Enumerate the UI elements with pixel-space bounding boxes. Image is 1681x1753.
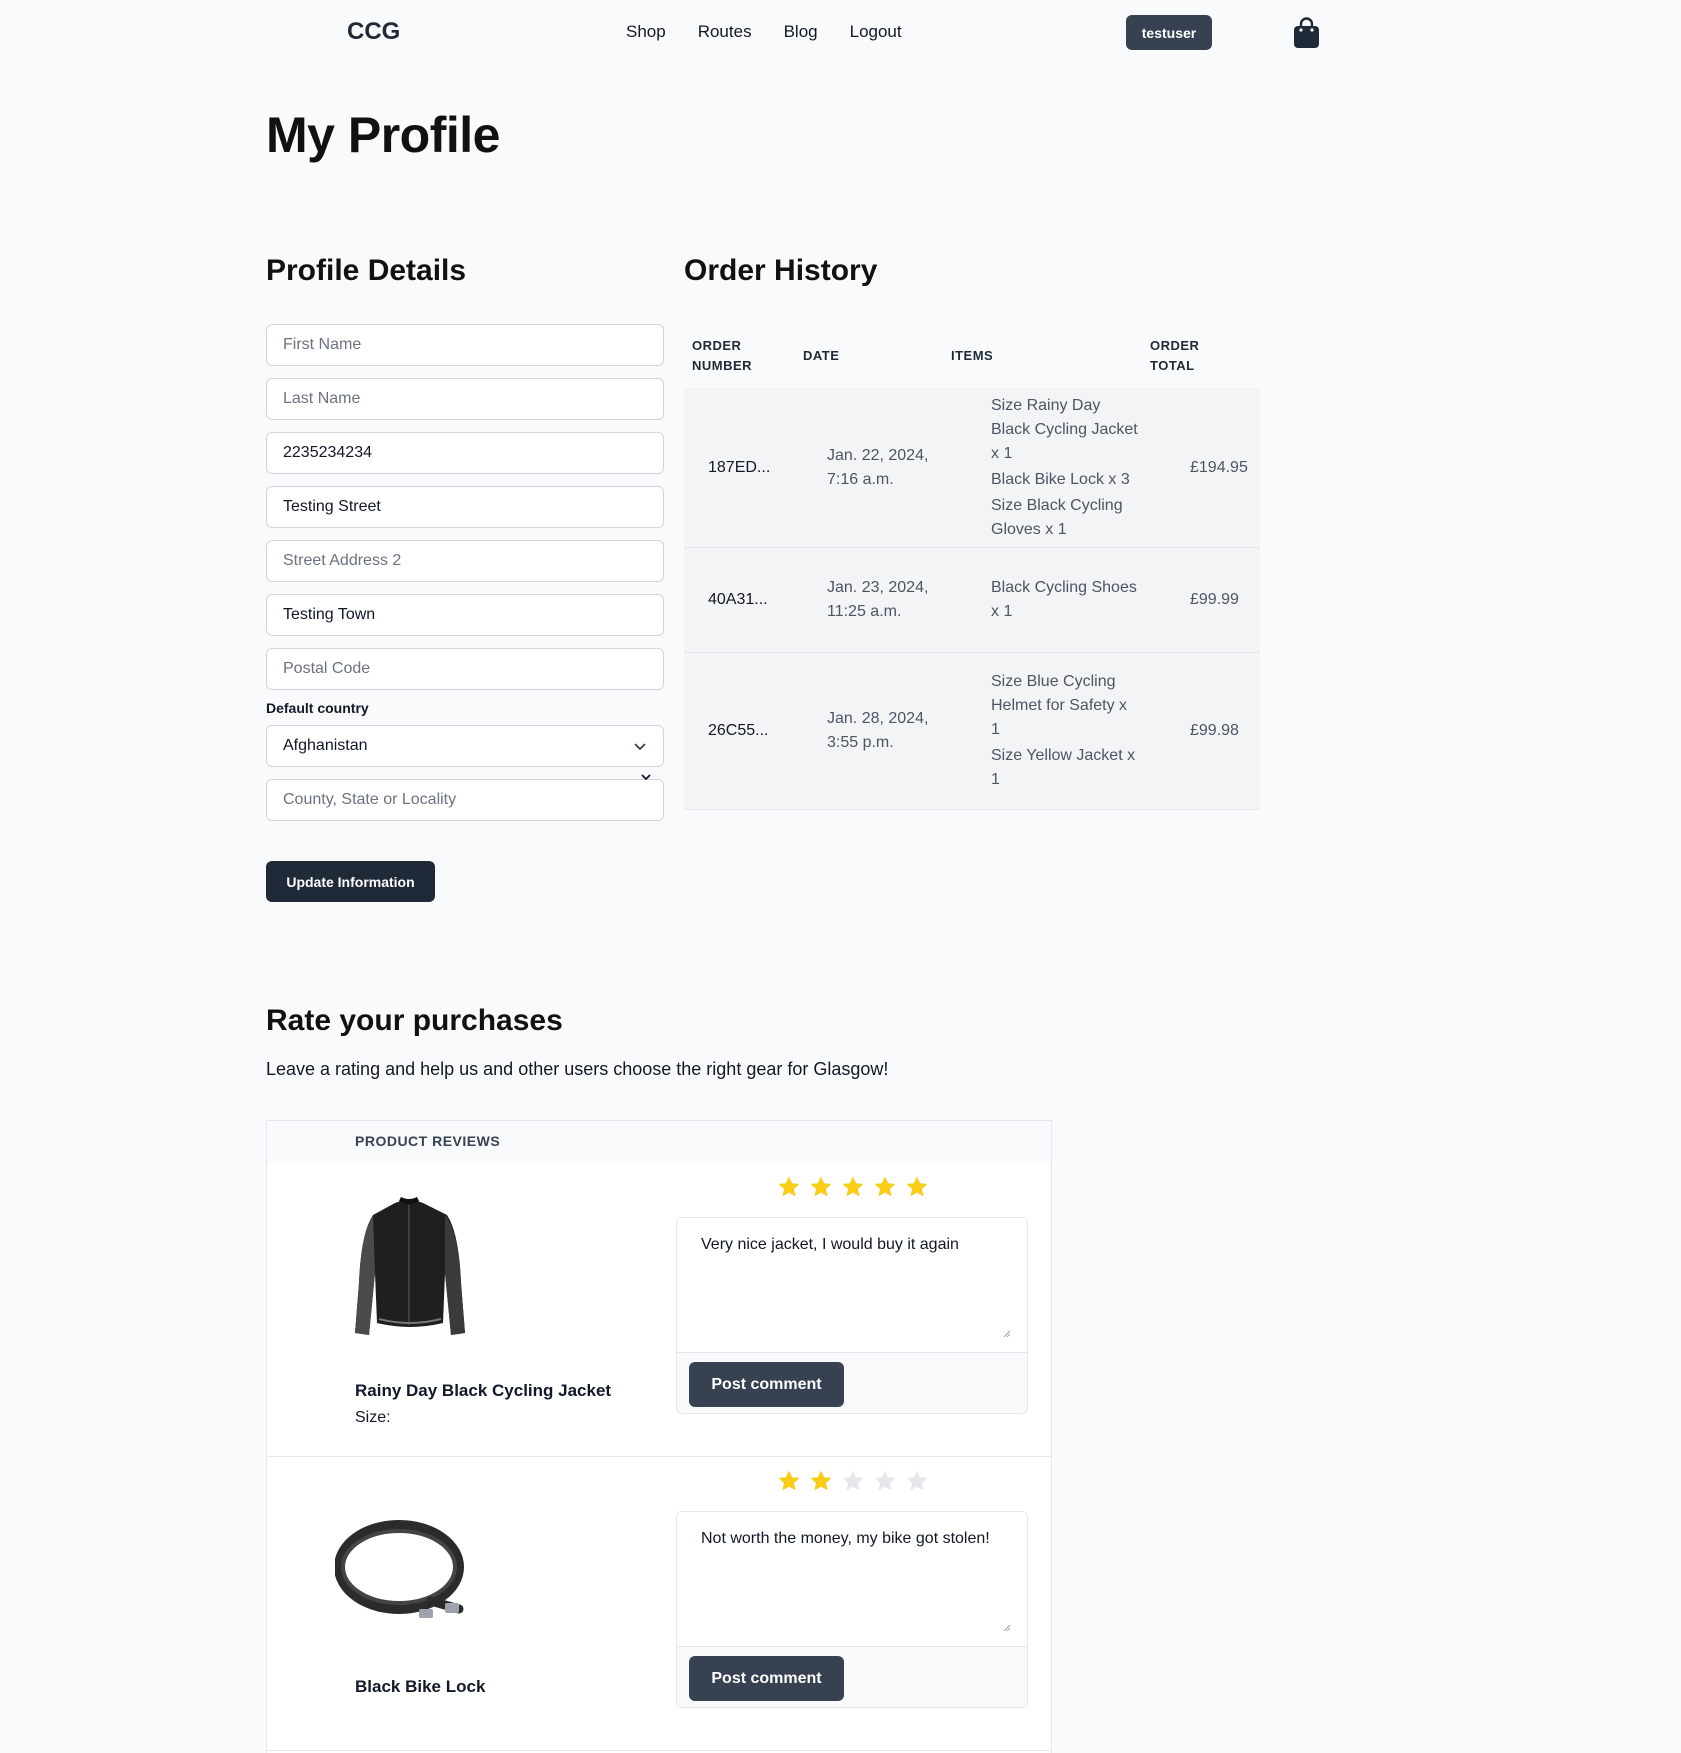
order-item: Black Bike Lock x 3 [991,470,1130,488]
resize-handle-icon[interactable] [1003,1330,1011,1338]
site-logo[interactable]: CCG [347,18,400,46]
order-history-table: ORDER NUMBER DATE ITEMS ORDER TOTAL 187E… [684,324,1260,810]
postal-code-field[interactable]: Postal Code [266,648,664,690]
nav-routes[interactable]: Routes [698,22,752,42]
street-address-2-field[interactable]: Street Address 2 [266,540,664,582]
star-icon[interactable] [905,1175,929,1199]
main-nav: Shop Routes Blog Logout [626,22,902,42]
order-items: Size Blue Cycling Helmet for Safety x 1 … [951,668,1150,794]
order-number[interactable]: 40A31... [684,591,803,609]
star-icon[interactable] [873,1469,897,1493]
order-total: £99.99 [1190,591,1239,608]
col-date: DATE [803,348,840,363]
table-header: ORDER NUMBER DATE ITEMS ORDER TOTAL [684,324,1260,388]
nav-blog[interactable]: Blog [784,22,818,42]
cycling-jacket-image [355,1197,465,1335]
town-field[interactable]: Testing Town [266,594,664,636]
product-reviews-header: PRODUCT REVIEWS [267,1121,1051,1163]
profile-details-heading: Profile Details [266,254,467,287]
last-name-field[interactable]: Last Name [266,378,664,420]
comment-form: Not worth the money, my bike got stolen!… [676,1511,1028,1708]
order-date: Jan. 28, 2024, 3:55 p.m. [827,710,929,751]
post-comment-button[interactable]: Post comment [689,1656,844,1701]
comment-form: Very nice jacket, I would buy it again P… [676,1217,1028,1414]
table-row[interactable]: 26C55... Jan. 28, 2024, 3:55 p.m. Size B… [684,653,1260,810]
order-number[interactable]: 187ED... [684,459,803,477]
update-information-button[interactable]: Update Information [266,861,435,902]
order-total: £194.95 [1190,458,1248,476]
user-account-button[interactable]: testuser [1126,15,1212,50]
phone-field[interactable]: 2235234234 [266,432,664,474]
country-select-value: Afghanistan [283,737,368,754]
order-item: Size Blue Cycling Helmet for Safety x 1 [991,673,1128,738]
product-reviews-table: PRODUCT REVIEWS Rainy Day Black Cycling … [266,1120,1052,1753]
star-icon[interactable] [777,1175,801,1199]
comment-text: Not worth the money, my bike got stolen! [701,1530,990,1547]
order-total: £99.98 [1190,722,1239,739]
chevron-down-icon [634,743,646,751]
page-title: My Profile [266,107,500,163]
star-icon[interactable] [777,1469,801,1493]
order-item: Size Black Cycling Gloves x 1 [991,496,1123,538]
nav-logout[interactable]: Logout [850,22,902,42]
star-icon[interactable] [841,1469,865,1493]
review-row: Rainy Day Black Cycling Jacket Size: Ver… [267,1163,1051,1457]
rate-purchases-heading: Rate your purchases [266,1004,563,1037]
star-icon[interactable] [905,1469,929,1493]
table-row[interactable]: 40A31... Jan. 23, 2024, 11:25 a.m. Black… [684,548,1260,653]
order-history-heading: Order History [684,254,878,287]
street-address-1-field[interactable]: Testing Street [266,486,664,528]
star-icon[interactable] [809,1469,833,1493]
col-order-total: ORDER TOTAL [1150,338,1200,373]
star-rating[interactable] [777,1175,929,1199]
county-field[interactable]: County, State or Locality [266,779,664,821]
first-name-field[interactable]: First Name [266,324,664,366]
star-icon[interactable] [809,1175,833,1199]
star-icon[interactable] [873,1175,897,1199]
order-items: Black Cycling Shoes x 1 [951,574,1150,626]
comment-textarea[interactable]: Very nice jacket, I would buy it again [677,1218,1027,1353]
star-icon[interactable] [841,1175,865,1199]
comment-text: Very nice jacket, I would buy it again [701,1236,959,1253]
bike-lock-image [335,1520,464,1618]
order-number[interactable]: 26C55... [684,722,803,740]
star-rating[interactable] [777,1469,929,1493]
review-row: Black Bike Lock Not worth the money, my … [267,1457,1051,1751]
shopping-bag-icon[interactable] [1293,17,1320,49]
order-items: Size Rainy Day Black Cycling Jacket x 1 … [951,392,1150,544]
profile-form: First Name Last Name 2235234234 Testing … [266,324,664,833]
comment-textarea[interactable]: Not worth the money, my bike got stolen! [677,1512,1027,1647]
product-name[interactable]: Rainy Day Black Cycling Jacket [355,1381,611,1401]
product-name[interactable]: Black Bike Lock [355,1677,485,1697]
country-label: Default country [266,700,369,716]
resize-handle-icon[interactable] [1003,1624,1011,1632]
product-size: Size: [355,1409,391,1426]
rate-purchases-subtitle: Leave a rating and help us and other use… [266,1059,889,1079]
order-date: Jan. 23, 2024, 11:25 a.m. [827,579,929,620]
col-items: ITEMS [951,348,994,363]
order-item: Size Yellow Jacket x 1 [991,747,1136,788]
order-date: Jan. 22, 2024, 7:16 a.m. [827,446,929,488]
chevron-down-icon [641,774,651,781]
table-row[interactable]: 187ED... Jan. 22, 2024, 7:16 a.m. Size R… [684,388,1260,548]
country-select[interactable]: Afghanistan [266,725,664,767]
post-comment-button[interactable]: Post comment [689,1362,844,1407]
col-order-number: ORDER NUMBER [692,338,753,373]
order-item: Black Cycling Shoes x 1 [991,579,1137,620]
nav-shop[interactable]: Shop [626,22,666,42]
order-item: Size Rainy Day Black Cycling Jacket x 1 [991,396,1138,462]
